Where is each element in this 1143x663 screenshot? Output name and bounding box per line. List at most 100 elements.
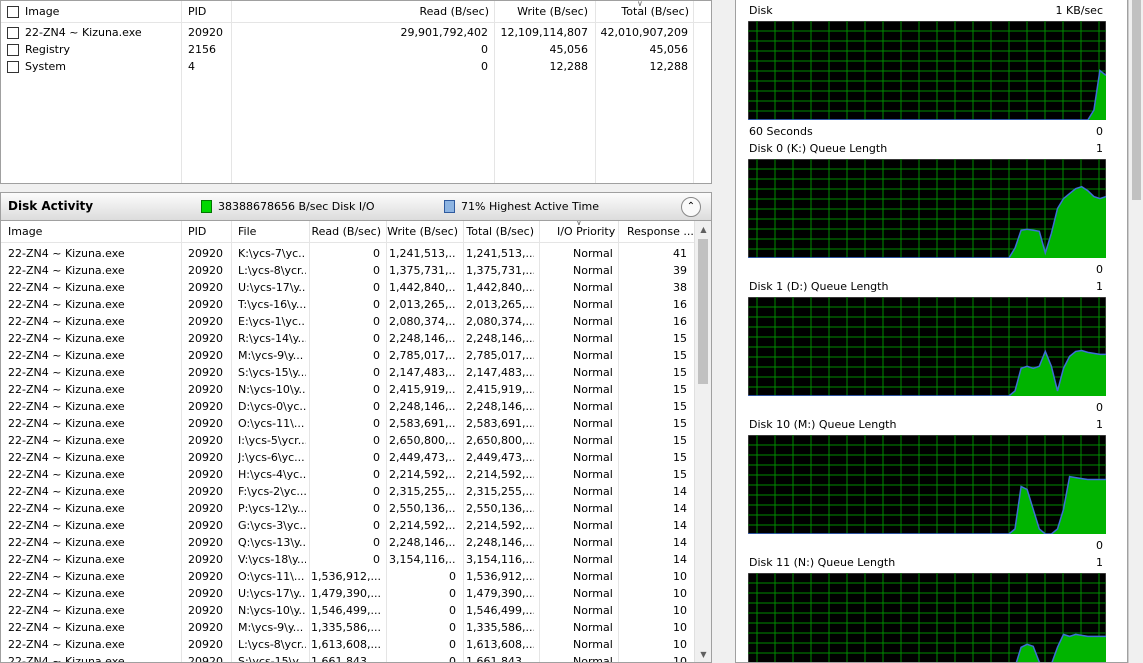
table-row[interactable]: 22-ZN4 ~ Kizuna.exe 20920 N:\ycs-10\y... 0 2…: [1, 381, 695, 398]
table-row[interactable]: 22-ZN4 ~ Kizuna.exe 20920 S:\ycs-15\y... 0 2…: [1, 364, 695, 381]
scroll-up-arrow-icon[interactable]: ▲: [695, 221, 711, 238]
disk-activity-graph: [748, 297, 1106, 396]
graph-scale-max: 1: [1096, 142, 1103, 155]
total-cell: 2,248,146,...: [466, 332, 534, 345]
pid-cell: 20920: [188, 247, 223, 260]
table-row[interactable]: 22-ZN4 ~ Kizuna.exe 20920 S:\ycs-15\y... 1,…: [1, 653, 695, 663]
pid-cell: 20920: [188, 434, 223, 447]
graph-scale-max: 1 KB/sec: [1055, 4, 1103, 17]
row-checkbox[interactable]: [7, 44, 19, 56]
disk-graphs-panel: Disk 1 KB/sec 60 Seconds 0 Disk 0 (K:) Queue…: [735, 0, 1128, 663]
table-row[interactable]: 22-ZN4 ~ Kizuna.exe 20920 O:\ycs-11\... 1,5…: [1, 568, 695, 585]
response-cell: 15: [673, 332, 687, 345]
disk-activity-graph: [748, 573, 1106, 662]
table-row[interactable]: 22-ZN4 ~ Kizuna.exe 20920 N:\ycs-10\y... 1,…: [1, 602, 695, 619]
read-cell: 0: [373, 434, 380, 447]
image-cell: 22-ZN4 ~ Kizuna.exe: [25, 26, 142, 39]
response-cell: 14: [673, 536, 687, 549]
column-header-write[interactable]: Write (B/sec): [491, 1, 588, 23]
table-row[interactable]: 22-ZN4 ~ Kizuna.exe 20920 F:\ycs-2\yc... 0 2…: [1, 483, 695, 500]
column-header-image[interactable]: Image: [8, 221, 42, 243]
pid-cell: 20920: [188, 621, 223, 634]
table-row[interactable]: 22-ZN4 ~ Kizuna.exe 20920 T:\ycs-16\y... 0 2…: [1, 296, 695, 313]
table-row[interactable]: 22-ZN4 ~ Kizuna.exe 20920 U:\ycs-17\y... 1,…: [1, 585, 695, 602]
pid-cell: 20920: [188, 349, 223, 362]
active-time-legend-swatch: [444, 200, 455, 213]
table-row[interactable]: 22-ZN4 ~ Kizuna.exe 20920 G:\ycs-3\yc... 0 2…: [1, 517, 695, 534]
table-row[interactable]: System 4 0 12,288 12,288: [1, 58, 711, 75]
scroll-down-arrow-icon[interactable]: ▼: [695, 646, 711, 662]
response-cell: 16: [673, 315, 687, 328]
file-cell: O:\ycs-11\...: [238, 570, 305, 583]
scrollbar-thumb[interactable]: [1132, 0, 1141, 200]
response-cell: 10: [673, 638, 687, 651]
column-header-read[interactable]: Read (B/sec): [311, 221, 381, 243]
column-header-read[interactable]: Read (B/sec): [331, 1, 489, 23]
image-cell: 22-ZN4 ~ Kizuna.exe: [8, 553, 125, 566]
vertical-scrollbar[interactable]: ▲ ▼: [694, 221, 711, 662]
table-row[interactable]: 22-ZN4 ~ Kizuna.exe 20920 M:\ycs-9\y... 1,3…: [1, 619, 695, 636]
table-row[interactable]: 22-ZN4 ~ Kizuna.exe 20920 L:\ycs-8\ycr... 0…: [1, 262, 695, 279]
row-checkbox[interactable]: [7, 27, 19, 39]
column-header-image[interactable]: Image: [25, 1, 59, 23]
pid-cell: 20920: [188, 587, 223, 600]
response-cell: 10: [673, 570, 687, 583]
total-cell: 1,613,608,...: [466, 638, 534, 651]
table-row[interactable]: 22-ZN4 ~ Kizuna.exe 20920 R:\ycs-14\y... 0 2…: [1, 330, 695, 347]
table-row[interactable]: 22-ZN4 ~ Kizuna.exe 20920 M:\ycs-9\y... 0 2,…: [1, 347, 695, 364]
disk-activity-graph: [748, 21, 1106, 120]
table-row[interactable]: 22-ZN4 ~ Kizuna.exe 20920 29,901,792,402…: [1, 24, 711, 41]
io-priority-cell: Normal: [573, 417, 613, 430]
table-row[interactable]: 22-ZN4 ~ Kizuna.exe 20920 O:\ycs-11\... 0 2,…: [1, 415, 695, 432]
table-row[interactable]: 22-ZN4 ~ Kizuna.exe 20920 L:\ycs-8\ycr... 1…: [1, 636, 695, 653]
column-header-write[interactable]: Write (B/sec): [386, 221, 458, 243]
read-cell: 0: [373, 315, 380, 328]
pid-cell: 20920: [188, 383, 223, 396]
total-cell: 42,010,907,209: [600, 26, 688, 39]
table-row[interactable]: 22-ZN4 ~ Kizuna.exe 20920 V:\ycs-18\y... 0 3…: [1, 551, 695, 568]
column-header-total[interactable]: Total (B/sec): [596, 1, 689, 23]
column-header-response[interactable]: Response ...: [627, 221, 694, 243]
table-row[interactable]: 22-ZN4 ~ Kizuna.exe 20920 J:\ycs-6\yc... 0 2…: [1, 449, 695, 466]
response-cell: 10: [673, 655, 687, 663]
scrollbar-thumb[interactable]: [698, 239, 708, 384]
table-row[interactable]: 22-ZN4 ~ Kizuna.exe 20920 I:\ycs-5\ycr... 0…: [1, 432, 695, 449]
table-row[interactable]: 22-ZN4 ~ Kizuna.exe 20920 D:\ycs-0\yc... 0 2…: [1, 398, 695, 415]
row-checkbox[interactable]: [7, 61, 19, 73]
read-cell: 0: [373, 349, 380, 362]
column-header-pid[interactable]: PID: [188, 1, 206, 23]
table-row[interactable]: Registry 2156 0 45,056 45,056: [1, 41, 711, 58]
column-header-io-priority[interactable]: I/O Priority: [557, 221, 615, 243]
write-cell: 2,214,592,...: [389, 519, 456, 532]
read-cell: 0: [373, 519, 380, 532]
io-priority-cell: Normal: [573, 383, 613, 396]
io-priority-cell: Normal: [573, 281, 613, 294]
section-title: Disk Activity: [8, 199, 94, 213]
disk-graph-block: Disk 1 KB/sec 60 Seconds 0: [736, 0, 1127, 138]
table-row[interactable]: 22-ZN4 ~ Kizuna.exe 20920 U:\ycs-17\y... 0 1…: [1, 279, 695, 296]
table-row[interactable]: 22-ZN4 ~ Kizuna.exe 20920 K:\ycs-7\yc... 0 1…: [1, 245, 695, 262]
collapse-chevron-up-icon[interactable]: ⌃: [681, 197, 701, 217]
select-all-checkbox[interactable]: [7, 6, 19, 18]
table-row[interactable]: 22-ZN4 ~ Kizuna.exe 20920 Q:\ycs-13\y... 0 2…: [1, 534, 695, 551]
graph-background: [748, 573, 1106, 662]
image-cell: 22-ZN4 ~ Kizuna.exe: [8, 315, 125, 328]
table-row[interactable]: 22-ZN4 ~ Kizuna.exe 20920 E:\ycs-1\yc... 0 2…: [1, 313, 695, 330]
write-cell: 2,248,146,...: [389, 536, 456, 549]
disk-activity-header[interactable]: Disk Activity 38388678656 B/sec Disk I/O…: [0, 192, 712, 221]
write-cell: 2,214,592,...: [389, 468, 456, 481]
column-header-file[interactable]: File: [238, 221, 256, 243]
table-row[interactable]: 22-ZN4 ~ Kizuna.exe 20920 H:\ycs-4\yc... 0 2…: [1, 466, 695, 483]
disk-graph-block: Disk 1 (D:) Queue Length 1 0: [736, 276, 1127, 414]
image-cell: 22-ZN4 ~ Kizuna.exe: [8, 655, 125, 663]
image-cell: 22-ZN4 ~ Kizuna.exe: [8, 366, 125, 379]
graph-scale-min: 0: [1096, 401, 1103, 414]
column-header-total[interactable]: Total (B/sec): [464, 221, 534, 243]
io-priority-cell: Normal: [573, 451, 613, 464]
column-header-pid[interactable]: PID: [188, 221, 206, 243]
disk-activity-table: Image PID File Read (B/sec) Write (B/sec…: [0, 221, 712, 663]
table-row[interactable]: 22-ZN4 ~ Kizuna.exe 20920 P:\ycs-12\y... 0 2…: [1, 500, 695, 517]
io-priority-cell: Normal: [573, 247, 613, 260]
graphs-scrollbar[interactable]: [1128, 0, 1143, 663]
pid-cell: 20920: [188, 655, 223, 663]
